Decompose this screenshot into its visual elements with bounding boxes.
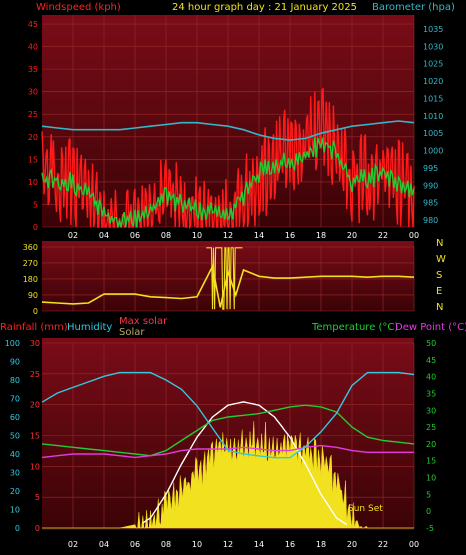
- solar-x-tick-label: 00: [409, 540, 419, 549]
- humidity-tick-label: 20: [10, 487, 20, 496]
- rainfall-tick-label: 10: [30, 462, 40, 471]
- windspeed-tick-label: 20: [28, 133, 38, 142]
- barometer-tick-label: 1030: [423, 42, 443, 51]
- legend-max-solar: Max solar: [119, 316, 168, 327]
- humidity-tick-label: 70: [10, 395, 20, 404]
- temperature-tick-label: 10: [426, 474, 436, 483]
- humidity-tick-label: 90: [10, 358, 20, 367]
- rainfall-tick-label: 30: [30, 339, 40, 348]
- windspeed-axis-title: Windspeed (kph): [36, 2, 121, 13]
- windspeed-tick-label: 40: [28, 43, 38, 52]
- solar-x-tick-label: 20: [347, 540, 357, 549]
- barometer-tick-label: 1005: [423, 129, 443, 138]
- weather-graph-page: Windspeed (kph) 24 hour graph day : 21 J…: [0, 0, 466, 555]
- wind-x-tick-label: 02: [68, 231, 78, 240]
- humidity-tick-label: 40: [10, 450, 20, 459]
- solar-x-tick-label: 10: [192, 540, 202, 549]
- sunset-annotation: Sun Set: [348, 504, 383, 514]
- temperature-tick-label: 45: [426, 356, 436, 365]
- solar-x-tick-label: 08: [161, 540, 171, 549]
- solar-x-tick-label: 14: [254, 540, 264, 549]
- legend-humidity: Humidity: [67, 322, 112, 333]
- wind-x-tick-label: 12: [223, 231, 233, 240]
- humidity-tick-label: 80: [10, 376, 20, 385]
- windspeed-tick-label: 25: [28, 110, 38, 119]
- humidity-tick-label: 100: [5, 339, 20, 348]
- direction-tick-label: 180: [23, 275, 38, 284]
- direction-tick-label: 90: [28, 291, 38, 300]
- humidity-tick-label: 60: [10, 413, 20, 422]
- wind-x-tick-label: 16: [285, 231, 295, 240]
- solar-x-tick-label: 04: [99, 540, 109, 549]
- graph-title: 24 hour graph day : 21 January 2025: [172, 2, 357, 13]
- solar-x-tick-label: 16: [285, 540, 295, 549]
- humidity-tick-label: 30: [10, 469, 20, 478]
- direction-tick-label: 0: [33, 307, 38, 316]
- barometer-tick-label: 1025: [423, 60, 443, 69]
- barometer-tick-label: 980: [423, 216, 438, 225]
- temperature-tick-label: 20: [426, 440, 436, 449]
- barometer-tick-label: 1035: [423, 25, 443, 34]
- temperature-tick-label: 40: [426, 373, 436, 382]
- barometer-tick-label: 1020: [423, 77, 443, 86]
- wind-x-tick-label: 06: [130, 231, 140, 240]
- barometer-tick-label: 990: [423, 181, 438, 190]
- rainfall-tick-label: 5: [35, 493, 40, 502]
- rainfall-tick-label: 25: [30, 370, 40, 379]
- windspeed-tick-label: 35: [28, 65, 38, 74]
- temperature-tick-label: 0: [426, 507, 431, 516]
- direction-tick-label: 270: [23, 259, 38, 268]
- wind-x-tick-label: 04: [99, 231, 109, 240]
- compass-label: N: [436, 238, 443, 249]
- legend-dew-point: Dew Point (°C): [395, 322, 466, 333]
- rainfall-tick-label: 15: [30, 432, 40, 441]
- solar-x-tick-label: 18: [316, 540, 326, 549]
- wind-x-tick-label: 00: [409, 231, 419, 240]
- humidity-tick-label: 10: [10, 506, 20, 515]
- wind-x-tick-label: 10: [192, 231, 202, 240]
- compass-label: W: [436, 254, 446, 265]
- solar-x-tick-label: 06: [130, 540, 140, 549]
- wind-x-tick-label: 20: [347, 231, 357, 240]
- weather-graphs-svg: Windspeed (kph) 24 hour graph day : 21 J…: [0, 2, 466, 549]
- compass-label: S: [436, 270, 442, 281]
- rainfall-tick-label: 20: [30, 401, 40, 410]
- wind-x-tick-label: 18: [316, 231, 326, 240]
- wind-x-tick-label: 22: [378, 231, 388, 240]
- barometer-tick-label: 995: [423, 164, 438, 173]
- legend-solar: Solar: [119, 327, 145, 338]
- temperature-tick-label: 50: [426, 339, 436, 348]
- barometer-axis-title: Barometer (hpa): [372, 2, 455, 13]
- windspeed-tick-label: 10: [28, 178, 38, 187]
- wind-x-tick-label: 08: [161, 231, 171, 240]
- temperature-tick-label: 15: [426, 457, 436, 466]
- solar-x-tick-label: 12: [223, 540, 233, 549]
- barometer-tick-label: 1015: [423, 94, 443, 103]
- temperature-tick-label: 25: [426, 423, 436, 432]
- barometer-tick-label: 1010: [423, 112, 443, 121]
- barometer-tick-label: 1000: [423, 147, 443, 156]
- direction-tick-label: 360: [23, 243, 38, 252]
- legend-rainfall: Rainfall (mm): [0, 322, 68, 333]
- humidity-tick-label: 0: [15, 524, 20, 533]
- legend-temperature: Temperature (°C): [311, 322, 398, 333]
- wind-x-tick-label: 14: [254, 231, 264, 240]
- compass-label: E: [436, 286, 442, 297]
- humidity-tick-label: 50: [10, 432, 20, 441]
- solar-x-tick-label: 02: [68, 540, 78, 549]
- windspeed-tick-label: 45: [28, 20, 38, 29]
- temperature-tick-label: 5: [426, 490, 431, 499]
- windspeed-tick-label: 15: [28, 155, 38, 164]
- rainfall-tick-label: 0: [35, 524, 40, 533]
- temperature-tick-label: -5: [426, 524, 434, 533]
- compass-label: N: [436, 302, 443, 313]
- windspeed-tick-label: 0: [33, 223, 38, 232]
- windspeed-tick-label: 5: [33, 200, 38, 209]
- barometer-tick-label: 985: [423, 199, 438, 208]
- windspeed-tick-label: 30: [28, 88, 38, 97]
- solar-x-tick-label: 22: [378, 540, 388, 549]
- temperature-tick-label: 30: [426, 406, 436, 415]
- temperature-tick-label: 35: [426, 389, 436, 398]
